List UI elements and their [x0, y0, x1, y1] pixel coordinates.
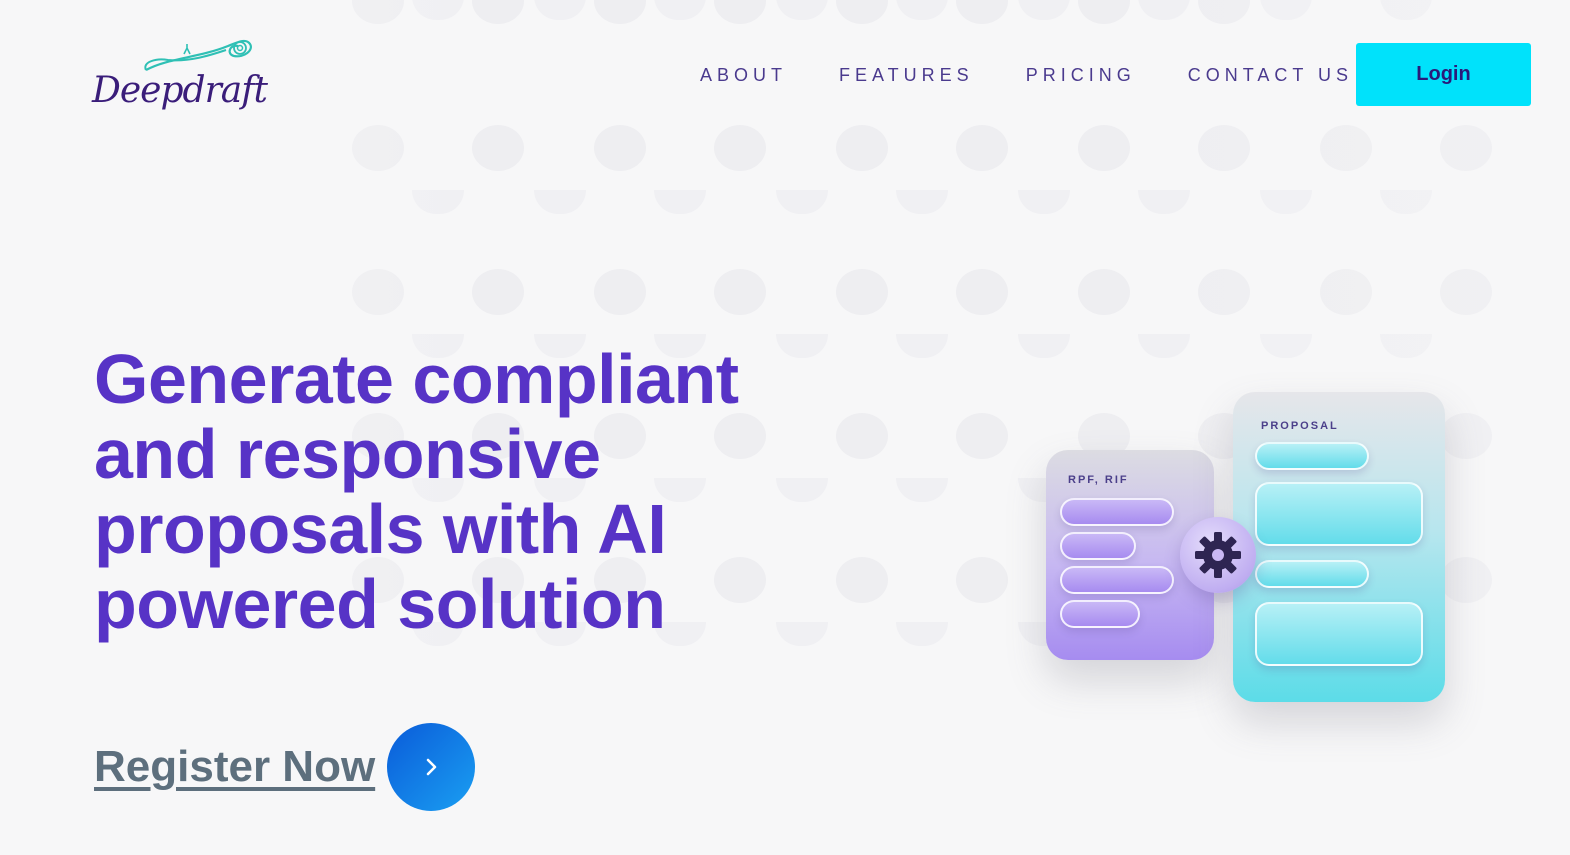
proposal-document-card: PROPOSAL — [1233, 392, 1445, 702]
background-dot — [896, 334, 948, 358]
rpf-card-label: RPF, RIF — [1068, 474, 1129, 486]
background-dot — [896, 622, 948, 646]
nav-contact-us[interactable]: CONTACT US — [1188, 62, 1353, 88]
background-dot — [776, 190, 828, 214]
proposal-line — [1255, 560, 1369, 588]
rpf-line — [1060, 532, 1136, 560]
register-cta: Register Now — [94, 722, 476, 812]
site-header: Deepdraft ABOUT FEATURES PRICING CONTACT… — [0, 0, 1570, 150]
nav-pricing[interactable]: PRICING — [1026, 62, 1136, 88]
background-dot — [1138, 334, 1190, 358]
background-dot — [1138, 190, 1190, 214]
background-dot — [1260, 190, 1312, 214]
background-dot — [534, 190, 586, 214]
background-dot — [1198, 269, 1250, 315]
chevron-right-icon — [426, 758, 437, 776]
rpf-line — [1060, 600, 1140, 628]
hero-illustration: RPF, RIF PROPOSAL — [1000, 380, 1480, 740]
gear-icon — [1195, 532, 1241, 578]
nav-about[interactable]: ABOUT — [700, 62, 787, 88]
proposal-block — [1255, 602, 1423, 666]
register-now-link[interactable]: Register Now — [94, 742, 375, 792]
hero-title: Generate compliant and responsive propos… — [94, 340, 739, 643]
main-nav: ABOUT FEATURES PRICING CONTACT US — [700, 62, 1353, 88]
background-dot — [1260, 334, 1312, 358]
background-dot — [1018, 190, 1070, 214]
proposal-block — [1255, 482, 1423, 546]
background-dot — [472, 269, 524, 315]
background-dot — [1440, 269, 1492, 315]
register-arrow-button[interactable] — [387, 723, 476, 811]
background-dot — [1018, 334, 1070, 358]
background-dot — [654, 190, 706, 214]
background-dot — [956, 269, 1008, 315]
background-dot — [1078, 269, 1130, 315]
background-dot — [594, 269, 646, 315]
background-dot — [714, 269, 766, 315]
background-dot — [1320, 269, 1372, 315]
rpf-line — [1060, 498, 1174, 526]
proposal-card-label: PROPOSAL — [1261, 420, 1339, 432]
gear-badge — [1180, 517, 1256, 593]
logo-wordmark: Deepdraft — [92, 70, 268, 111]
proposal-line — [1255, 442, 1369, 470]
login-button[interactable]: Login — [1356, 43, 1531, 106]
background-dot — [836, 269, 888, 315]
background-dot — [1380, 334, 1432, 358]
background-dot — [896, 190, 948, 214]
background-dot — [1380, 190, 1432, 214]
background-dot — [412, 190, 464, 214]
logo[interactable]: Deepdraft — [92, 28, 282, 120]
rpf-line — [1060, 566, 1174, 594]
background-dot — [352, 269, 404, 315]
background-dot — [896, 478, 948, 502]
nav-features[interactable]: FEATURES — [839, 62, 974, 88]
